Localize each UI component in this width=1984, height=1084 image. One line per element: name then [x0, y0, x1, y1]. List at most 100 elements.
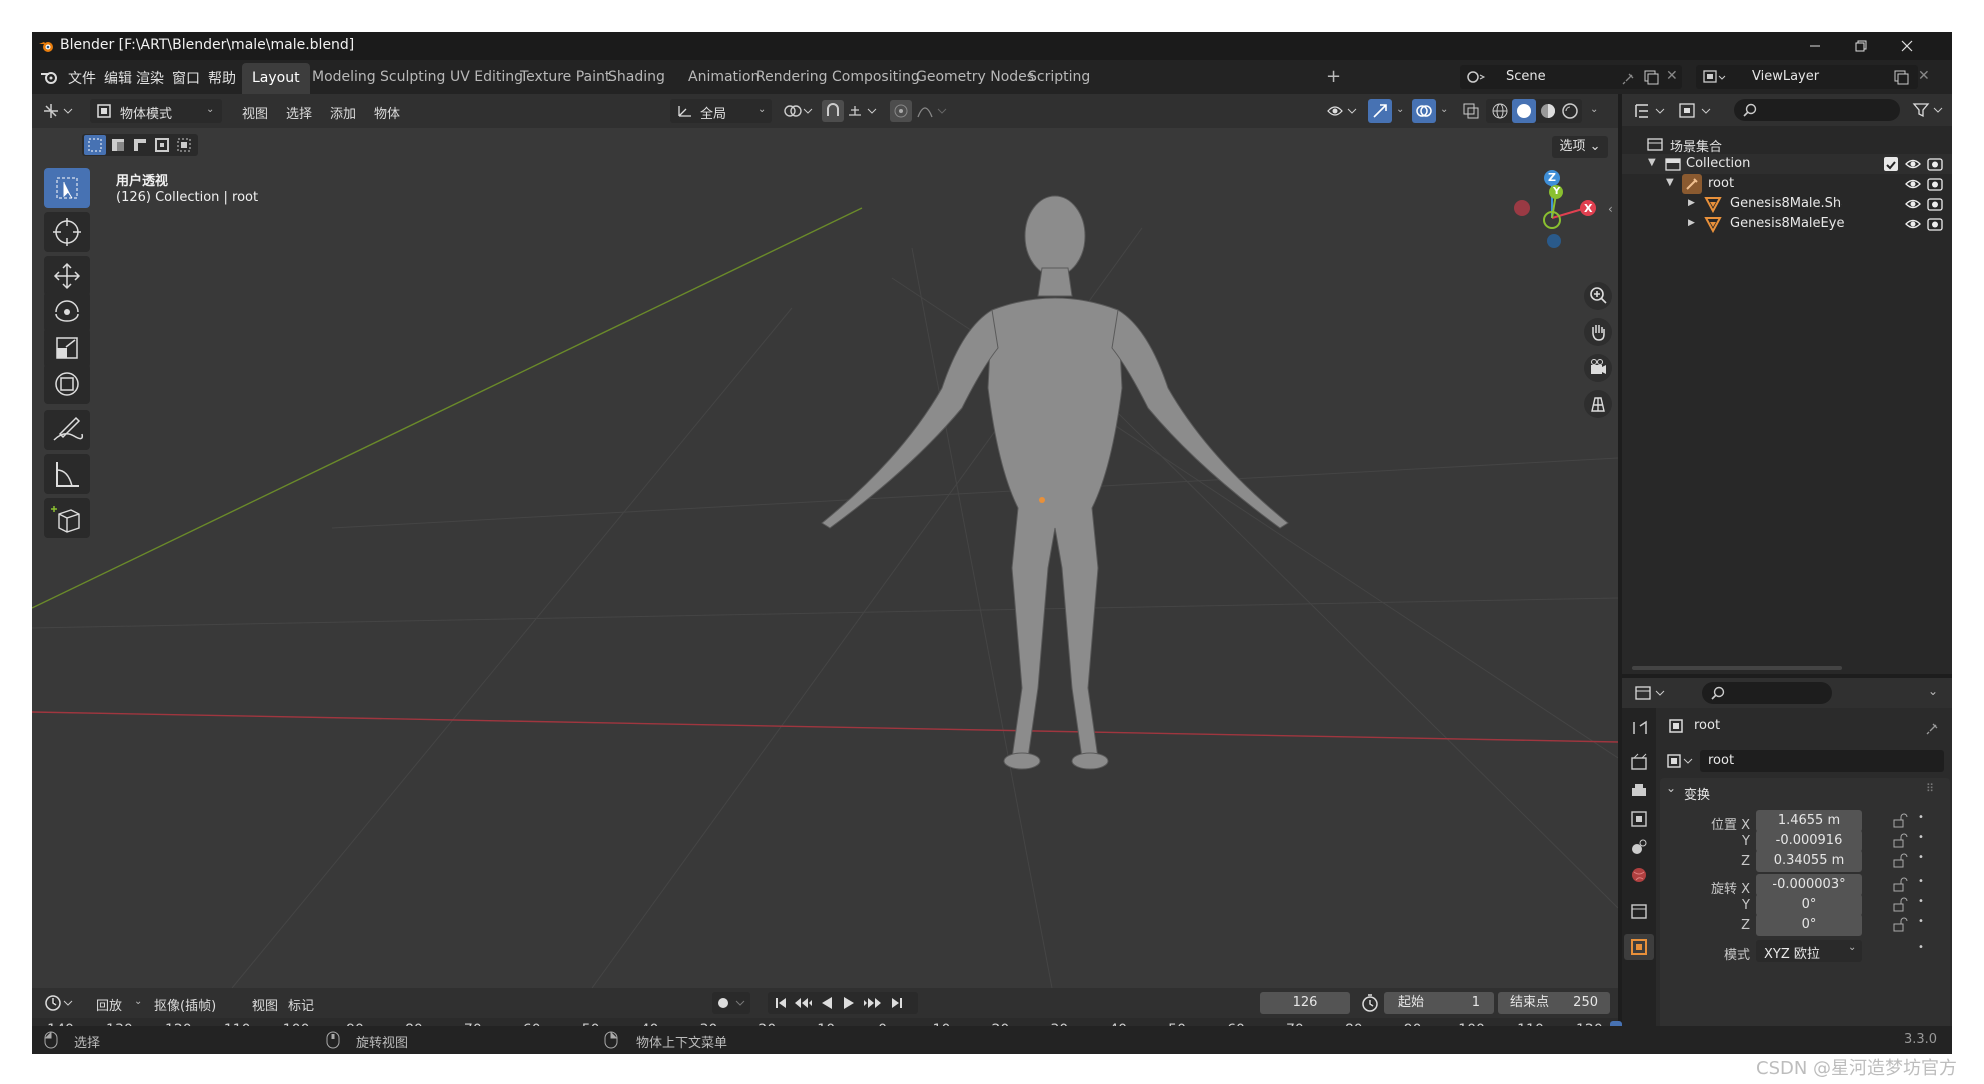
editor-type-icon[interactable]: [42, 102, 78, 120]
falloff-icon[interactable]: [916, 102, 950, 120]
eye-icon[interactable]: [1904, 176, 1922, 192]
proportional-edit-icon[interactable]: [890, 100, 912, 122]
rotate-tool[interactable]: [44, 292, 90, 332]
tool-tab-icon[interactable]: [1628, 718, 1650, 740]
measure-tool[interactable]: [44, 454, 90, 494]
chevron-down-icon[interactable]: ⌄: [1666, 781, 1676, 795]
chevron-down-icon[interactable]: ⌄: [1440, 104, 1448, 115]
restore-icon[interactable]: [1838, 32, 1884, 60]
add-workspace-button[interactable]: +: [1326, 66, 1341, 87]
keyframe-dot-icon[interactable]: •: [1918, 916, 1924, 927]
keyframe-dot-icon[interactable]: •: [1918, 852, 1924, 863]
keyframe-dot-icon[interactable]: •: [1918, 876, 1924, 887]
new-scene-icon[interactable]: [1642, 68, 1660, 86]
add-cube-tool[interactable]: [44, 498, 90, 538]
wireframe-shading-icon[interactable]: [1490, 101, 1510, 121]
move-tool[interactable]: [44, 256, 90, 296]
outliner-scrollbar[interactable]: [1632, 666, 1842, 670]
viewport-menu-item[interactable]: 视图: [242, 103, 268, 122]
pan-hand-icon[interactable]: [1584, 318, 1612, 346]
keyframe-dot-icon[interactable]: •: [1918, 942, 1924, 953]
collapse-arrow-icon[interactable]: ‹: [1608, 202, 1613, 216]
scale-tool[interactable]: [44, 328, 90, 368]
viewport-menu-item[interactable]: 物体: [374, 103, 400, 122]
annotate-tool[interactable]: [44, 410, 90, 450]
render-tab-icon[interactable]: [1628, 752, 1650, 774]
filter-icon[interactable]: [1912, 101, 1948, 119]
object-tab-icon[interactable]: [1624, 934, 1654, 960]
expand-arrow-icon[interactable]: ▼: [1666, 177, 1674, 188]
timeline-menu-item[interactable]: 回放: [96, 995, 122, 1014]
chevron-down-icon[interactable]: ⌄: [1396, 104, 1404, 115]
location-z-field[interactable]: 0.34055 m: [1756, 850, 1862, 872]
keyframe-dot-icon[interactable]: •: [1918, 832, 1924, 843]
chevron-down-icon[interactable]: ⌄: [1928, 684, 1938, 698]
zoom-icon[interactable]: [1584, 282, 1612, 310]
timeline-menu-item[interactable]: 抠像(插帧): [154, 995, 216, 1014]
transform-section-title[interactable]: 变换: [1684, 784, 1710, 803]
delete-scene-icon[interactable]: ✕: [1666, 68, 1678, 84]
collection-tab-icon[interactable]: [1628, 900, 1650, 922]
workspace-tab[interactable]: Layout: [242, 63, 310, 94]
timeline-editor-icon[interactable]: [44, 994, 78, 1012]
menu-item[interactable]: 帮助: [208, 68, 236, 88]
object-name-field[interactable]: [1700, 750, 1944, 772]
workspace-tab[interactable]: Scripting: [1018, 60, 1100, 94]
eye-icon[interactable]: [1904, 156, 1922, 172]
scene-tab-icon[interactable]: [1628, 836, 1650, 858]
lock-icon[interactable]: [1892, 853, 1908, 869]
lock-icon[interactable]: [1892, 833, 1908, 849]
transform-tool[interactable]: [44, 364, 90, 404]
drag-handle-icon[interactable]: ⠿: [1926, 782, 1934, 795]
viewport-menu-item[interactable]: 选择: [286, 103, 312, 122]
expand-arrow-icon[interactable]: ▶: [1688, 198, 1695, 208]
timeline-menu-item[interactable]: 标记: [288, 995, 314, 1014]
minimize-icon[interactable]: [1792, 32, 1838, 60]
display-mode-icon[interactable]: [1678, 101, 1718, 121]
checkbox-icon[interactable]: [1884, 157, 1898, 171]
select-box-tool[interactable]: [44, 168, 90, 208]
material-shading-icon[interactable]: [1538, 101, 1558, 121]
pin-icon[interactable]: [1622, 70, 1636, 85]
delete-viewlayer-icon[interactable]: ✕: [1918, 68, 1930, 84]
location-y-field[interactable]: -0.000916: [1756, 830, 1862, 852]
lock-icon[interactable]: [1892, 917, 1908, 933]
rotation-z-field[interactable]: 0°: [1756, 914, 1862, 936]
record-icon[interactable]: [712, 992, 750, 1014]
outliner-editor-icon[interactable]: [1634, 102, 1670, 120]
start-frame-field[interactable]: 起始 1: [1384, 992, 1494, 1014]
menu-item[interactable]: 文件: [68, 68, 96, 88]
end-frame-field[interactable]: 结束点 250: [1498, 992, 1610, 1014]
output-tab-icon[interactable]: [1628, 780, 1650, 802]
rotation-y-field[interactable]: 0°: [1756, 894, 1862, 916]
viewlayer-name[interactable]: ViewLayer: [1752, 69, 1819, 84]
expand-arrow-icon[interactable]: ▼: [1648, 157, 1656, 168]
menu-item[interactable]: 编辑: [104, 68, 132, 88]
viewport-3d[interactable]: 物体模式 ⌄ 全局 ⌄ ⌄ ⌄ ⌄ 选项 ⌄ 用户透视 (126) Collec…: [32, 94, 1618, 988]
properties-editor-icon[interactable]: [1634, 684, 1670, 702]
location-x-field[interactable]: 1.4655 m: [1756, 810, 1862, 832]
rotation-x-field[interactable]: -0.000003°: [1756, 874, 1862, 896]
current-frame-field[interactable]: 126: [1260, 992, 1350, 1014]
cursor-tool[interactable]: [44, 212, 90, 252]
menu-item[interactable]: 渲染: [136, 68, 164, 88]
viewlayer-tab-icon[interactable]: [1628, 808, 1650, 830]
lock-icon[interactable]: [1892, 877, 1908, 893]
expand-arrow-icon[interactable]: ▶: [1688, 218, 1695, 228]
close-icon[interactable]: [1884, 32, 1930, 60]
object-data-icon[interactable]: [1666, 752, 1696, 770]
solid-shading-icon[interactable]: [1512, 99, 1536, 123]
keyframe-dot-icon[interactable]: •: [1918, 896, 1924, 907]
menu-item[interactable]: 窗口: [172, 68, 200, 88]
render-camera-icon[interactable]: [1926, 216, 1944, 232]
play-reverse-icon[interactable]: [818, 994, 836, 1012]
scene-name[interactable]: Scene: [1506, 69, 1546, 84]
lock-icon[interactable]: [1892, 813, 1908, 829]
world-tab-icon[interactable]: [1628, 864, 1650, 886]
next-keyframe-icon[interactable]: [862, 994, 884, 1012]
gizmo-toggle-icon[interactable]: [1368, 99, 1392, 123]
rendered-shading-icon[interactable]: [1560, 101, 1580, 121]
chevron-down-icon[interactable]: ⌄: [1590, 104, 1598, 115]
keyframe-dot-icon[interactable]: •: [1918, 812, 1924, 823]
snap-target-icon[interactable]: [846, 102, 882, 120]
